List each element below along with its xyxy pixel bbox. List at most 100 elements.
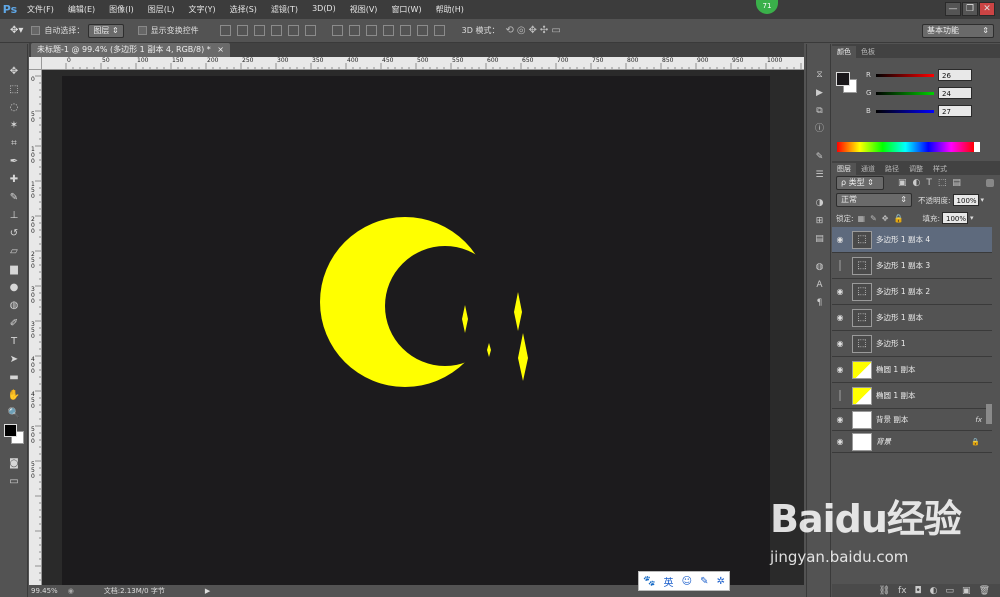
minimize-button[interactable]: — bbox=[945, 2, 961, 16]
character-panel-icon[interactable]: A bbox=[807, 276, 832, 294]
paragraph-panel-icon[interactable]: ¶ bbox=[807, 294, 832, 312]
align-right-icon[interactable] bbox=[304, 25, 316, 36]
close-button[interactable]: ✕ bbox=[979, 2, 995, 16]
layers-scrollbar[interactable] bbox=[986, 404, 992, 424]
menu-item[interactable]: 帮助(H) bbox=[429, 4, 471, 15]
channel-slider[interactable] bbox=[876, 109, 934, 113]
layer-row[interactable]: ◉ 背景 副本 fx bbox=[832, 409, 992, 431]
filter-toggle[interactable] bbox=[986, 179, 994, 187]
menu-item[interactable]: 3D(D) bbox=[305, 4, 343, 15]
new-layer-icon[interactable]: ▣ bbox=[962, 586, 971, 596]
marquee-tool-icon[interactable]: ⬚ bbox=[0, 80, 28, 98]
menu-item[interactable]: 图层(L) bbox=[141, 4, 182, 15]
brush-panel-icon[interactable]: ✎ bbox=[807, 148, 832, 166]
horizontal-ruler[interactable]: 0 50 100 150 200 250 300 350 400 450 500 550 600 650 7… bbox=[42, 57, 804, 70]
paths-panel-icon[interactable]: ⊞ bbox=[807, 212, 832, 230]
layer-row[interactable]: 椭圆 1 副本 bbox=[832, 383, 992, 409]
layer-row[interactable]: ◉ ⬚ 多边形 1 副本 bbox=[832, 305, 992, 331]
color-spectrum[interactable] bbox=[837, 142, 974, 152]
visibility-empty-box[interactable] bbox=[839, 260, 841, 271]
visibility-eye-icon[interactable]: ◉ bbox=[832, 339, 848, 348]
pen-tool-icon[interactable]: ✐ bbox=[0, 314, 28, 332]
3d-panel-icon[interactable]: ⧉ bbox=[807, 102, 832, 120]
menu-item[interactable]: 文件(F) bbox=[20, 4, 61, 15]
menu-item[interactable]: 滤镜(T) bbox=[264, 4, 305, 15]
shape-tool-icon[interactable]: ▬ bbox=[0, 368, 28, 386]
crescent-moon-shape[interactable] bbox=[320, 217, 490, 387]
distribute-hcenter-icon[interactable] bbox=[399, 25, 411, 36]
menu-item[interactable]: 文字(Y) bbox=[181, 4, 222, 15]
menu-item[interactable]: 窗口(W) bbox=[384, 4, 428, 15]
layer-row[interactable]: ◉ ⬚ 多边形 1 副本 4 bbox=[832, 227, 992, 253]
move-tool-icon[interactable]: ✥▾ bbox=[10, 25, 23, 36]
ime-settings-icon[interactable]: ✲ bbox=[717, 576, 725, 587]
camera-raw-icon[interactable]: ◍ bbox=[807, 258, 832, 276]
opacity-arrow-icon[interactable]: ▾ bbox=[981, 196, 985, 204]
tab-styles[interactable]: 样式 bbox=[928, 163, 952, 175]
status-menu-arrow-icon[interactable]: ▶ bbox=[205, 587, 210, 595]
spectrum-white[interactable] bbox=[974, 142, 980, 152]
menu-item[interactable]: 选择(S) bbox=[223, 4, 264, 15]
blend-mode-dropdown[interactable]: 正常 ⇕ bbox=[836, 193, 912, 207]
add-mask-icon[interactable]: ◘ bbox=[915, 586, 922, 596]
restore-button[interactable]: ❐ bbox=[962, 2, 978, 16]
layer-effects-icon[interactable]: fx bbox=[975, 416, 982, 424]
styles-panel-icon[interactable]: ▤ bbox=[807, 230, 832, 248]
actions-panel-icon[interactable]: ▶ bbox=[807, 84, 832, 102]
tab-layers[interactable]: 图层 bbox=[832, 163, 856, 175]
visibility-eye-icon[interactable]: ◉ bbox=[832, 235, 848, 244]
layer-row[interactable]: ◉ 背景 🔒 bbox=[832, 431, 992, 453]
fill-arrow-icon[interactable]: ▾ bbox=[970, 214, 974, 222]
menu-item[interactable]: 编辑(E) bbox=[61, 4, 102, 15]
channel-slider[interactable] bbox=[876, 73, 934, 77]
lock-icons[interactable]: ▦✎✥🔒 bbox=[858, 214, 909, 223]
distribute-top-icon[interactable] bbox=[331, 25, 343, 36]
star-shape-4[interactable] bbox=[518, 333, 528, 381]
layer-filter-icons[interactable]: ▣◐T⬚▤ bbox=[898, 178, 967, 188]
info-panel-icon[interactable]: ⓘ bbox=[807, 120, 832, 138]
move-tool-icon[interactable]: ✥ bbox=[0, 62, 28, 80]
visibility-eye-icon[interactable]: ◉ bbox=[832, 415, 848, 424]
zoom-tool-icon[interactable]: 🔍 bbox=[0, 404, 28, 422]
tab-swatches[interactable]: 色板 bbox=[856, 46, 880, 58]
delete-layer-icon[interactable]: 🗑 bbox=[979, 586, 990, 596]
lasso-tool-icon[interactable]: ◌ bbox=[0, 98, 28, 116]
show-transform-checkbox[interactable] bbox=[137, 26, 147, 35]
tab-color[interactable]: 颜色 bbox=[832, 46, 856, 58]
workspace-dropdown[interactable]: 基本功能 ⇕ bbox=[922, 23, 994, 38]
adjustments-panel-icon[interactable]: ◑ bbox=[807, 194, 832, 212]
align-vcenter-icon[interactable] bbox=[236, 25, 248, 36]
visibility-toggle[interactable] bbox=[832, 260, 848, 271]
hand-tool-icon[interactable]: ✋ bbox=[0, 386, 28, 404]
tab-close-icon[interactable]: × bbox=[217, 45, 224, 54]
path-select-icon[interactable]: ➤ bbox=[0, 350, 28, 368]
baidu-paw-icon[interactable]: 🐾 bbox=[643, 576, 655, 587]
crop-tool-icon[interactable]: ⌗ bbox=[0, 134, 28, 152]
gradient-tool-icon[interactable]: ▆ bbox=[0, 260, 28, 278]
history-panel-icon[interactable]: ⧖ bbox=[807, 66, 832, 84]
align-hcenter-icon[interactable] bbox=[287, 25, 299, 36]
tab-paths[interactable]: 路径 bbox=[880, 163, 904, 175]
channel-value-input[interactable]: 24 bbox=[938, 87, 972, 99]
align-bottom-icon[interactable] bbox=[253, 25, 265, 36]
adjustment-layer-icon[interactable]: ◐ bbox=[930, 586, 938, 596]
quick-mask-icon[interactable]: ◙ bbox=[0, 454, 28, 472]
add-style-icon[interactable]: fx bbox=[898, 586, 907, 596]
layer-row[interactable]: ◉ ⬚ 多边形 1 副本 2 bbox=[832, 279, 992, 305]
distribute-vcenter-icon[interactable] bbox=[348, 25, 360, 36]
menu-item[interactable]: 图像(I) bbox=[102, 4, 141, 15]
distribute-right-icon[interactable] bbox=[416, 25, 428, 36]
star-shape-2[interactable] bbox=[514, 292, 522, 331]
zoom-level[interactable]: 99.45% bbox=[31, 587, 58, 595]
history-brush-icon[interactable]: ↺ bbox=[0, 224, 28, 242]
auto-select-dropdown[interactable]: 图层 ⇕ bbox=[88, 23, 124, 38]
menu-item[interactable]: 视图(V) bbox=[343, 4, 385, 15]
3d-mode-icons[interactable]: ⟲◎✥✣▭ bbox=[505, 25, 563, 36]
fill-input[interactable]: 100% bbox=[942, 212, 968, 224]
dodge-tool-icon[interactable]: ◍ bbox=[0, 296, 28, 314]
eraser-icon[interactable]: ▱ bbox=[0, 242, 28, 260]
properties-panel-icon[interactable]: ☰ bbox=[807, 166, 832, 184]
auto-align-icon[interactable] bbox=[433, 25, 445, 36]
channel-value-input[interactable]: 27 bbox=[938, 105, 972, 117]
emoji-icon[interactable]: ☺ bbox=[682, 576, 692, 587]
